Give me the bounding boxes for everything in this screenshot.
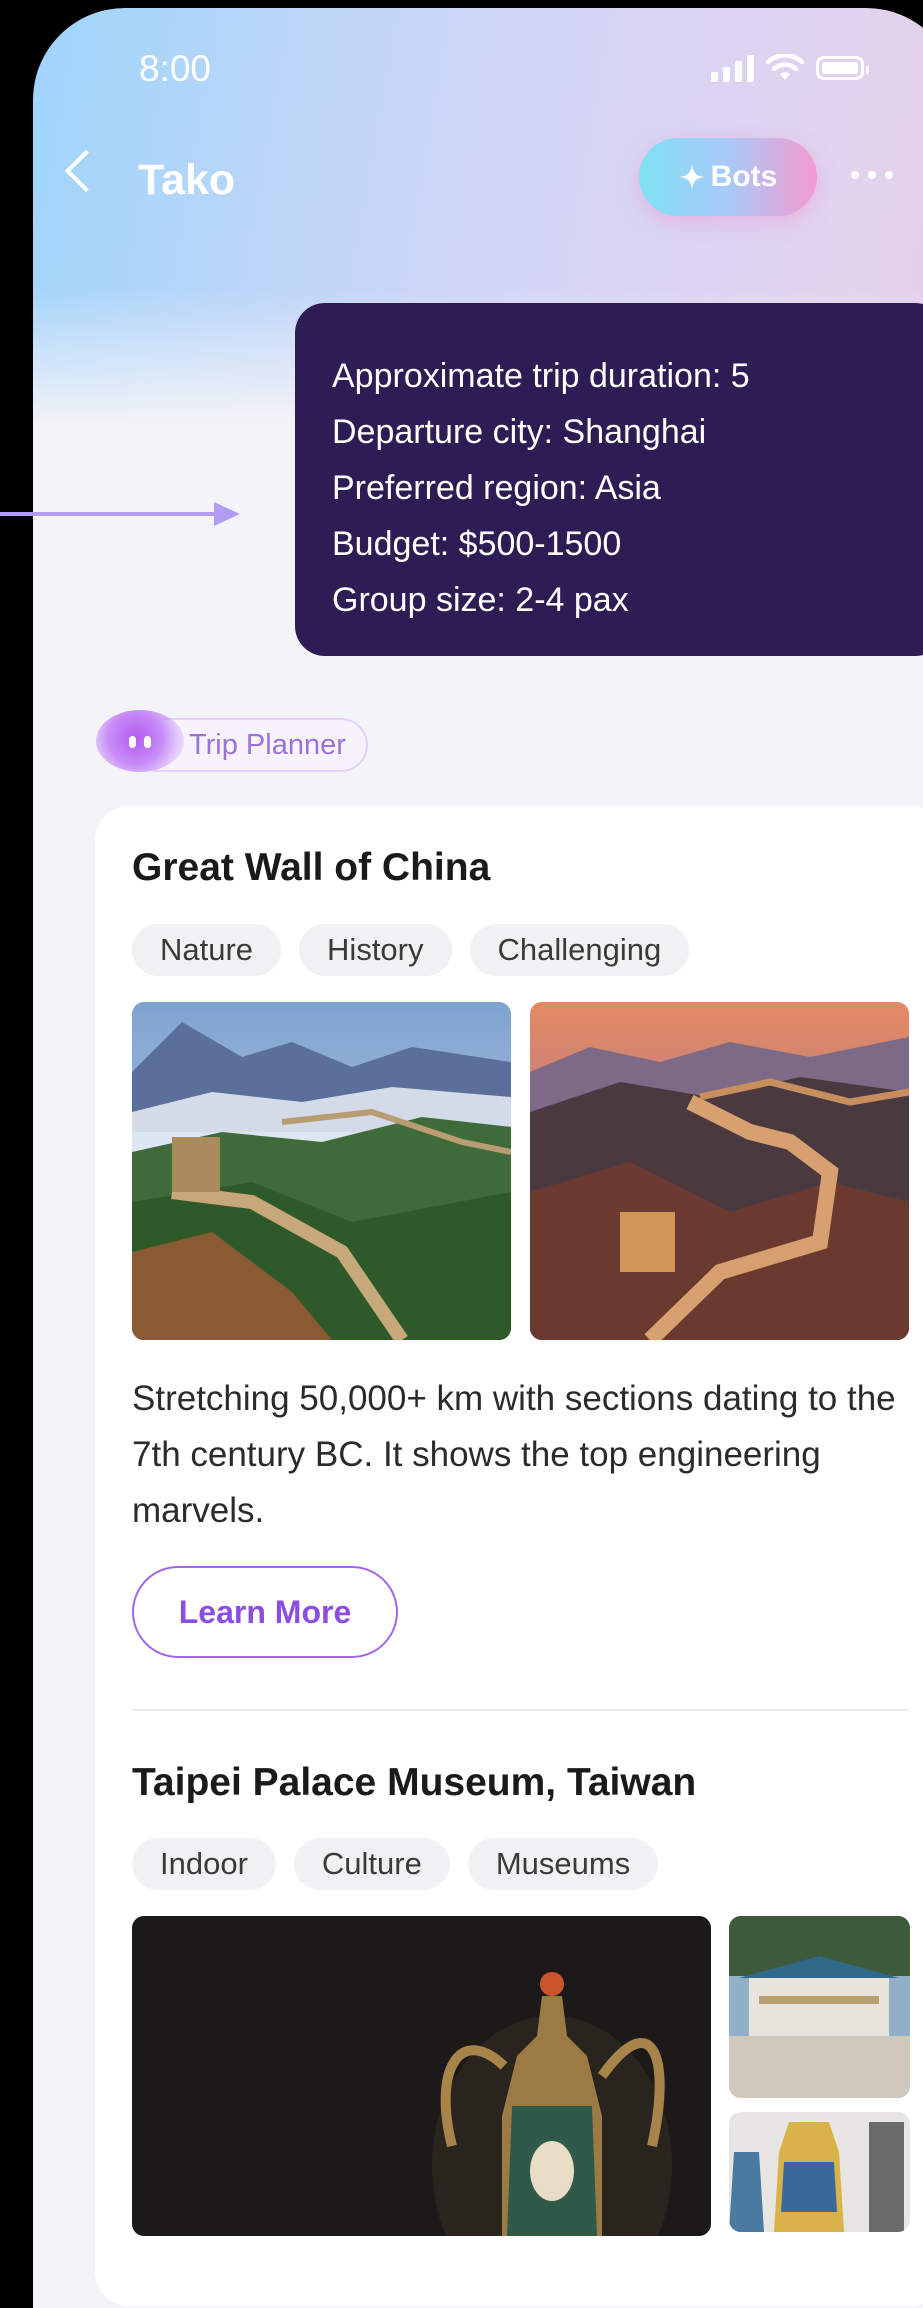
more-options-icon[interactable]	[851, 171, 893, 179]
tag-list: Nature History Challenging	[132, 924, 690, 976]
learn-more-button[interactable]: Learn More	[132, 1566, 398, 1658]
signal-icon	[711, 54, 754, 82]
divider	[132, 1709, 909, 1711]
tag[interactable]: Museums	[467, 1838, 659, 1890]
place-description: Stretching 50,000+ km with sections dati…	[132, 1379, 896, 1530]
museum-building-photo[interactable]	[729, 1916, 910, 2098]
pointer-arrow-head	[214, 502, 240, 526]
status-icons	[711, 54, 869, 82]
tag[interactable]: Culture	[293, 1838, 450, 1890]
tag[interactable]: Nature	[132, 924, 282, 976]
message-line: Approximate trip duration: 5	[332, 357, 750, 395]
battery-icon	[816, 56, 869, 80]
bots-label: Bots	[710, 160, 778, 193]
museum-vase-photo[interactable]	[132, 1916, 711, 2236]
great-wall-photo[interactable]	[132, 1002, 511, 1340]
wifi-icon	[766, 54, 804, 80]
back-icon[interactable]	[64, 149, 108, 193]
user-message-bubble: Approximate trip duration: 5 Departure c…	[295, 303, 923, 656]
app-screen: 8:00 Tako Bots Approximate trip duration…	[33, 8, 923, 2308]
status-time: 8:00	[139, 48, 212, 89]
message-line: Departure city: Shanghai	[332, 413, 707, 451]
results-card: Great Wall of China Nature History Chall…	[95, 806, 923, 2306]
chat-title: Tako	[138, 156, 236, 204]
bot-name-badge[interactable]: Trip Planner	[153, 718, 368, 772]
message-line: Preferred region: Asia	[332, 469, 661, 507]
pointer-arrow	[0, 512, 218, 516]
place-title: Great Wall of China	[132, 846, 491, 889]
tag[interactable]: History	[299, 924, 452, 976]
place-title: Taipei Palace Museum, Taiwan	[132, 1761, 697, 1804]
great-wall-sunset-photo[interactable]	[530, 1002, 909, 1340]
museum-porcelain-photo[interactable]	[729, 2112, 910, 2232]
sparkle-icon	[678, 164, 705, 190]
tag[interactable]: Challenging	[469, 924, 690, 976]
bot-avatar[interactable]	[96, 710, 184, 772]
tag-list: Indoor Culture Museums	[132, 1838, 659, 1890]
bots-button[interactable]: Bots	[639, 138, 817, 216]
tag[interactable]: Indoor	[132, 1838, 276, 1890]
message-line: Budget: $500-1500	[332, 525, 622, 563]
message-line: Group size: 2-4 pax	[332, 581, 629, 619]
